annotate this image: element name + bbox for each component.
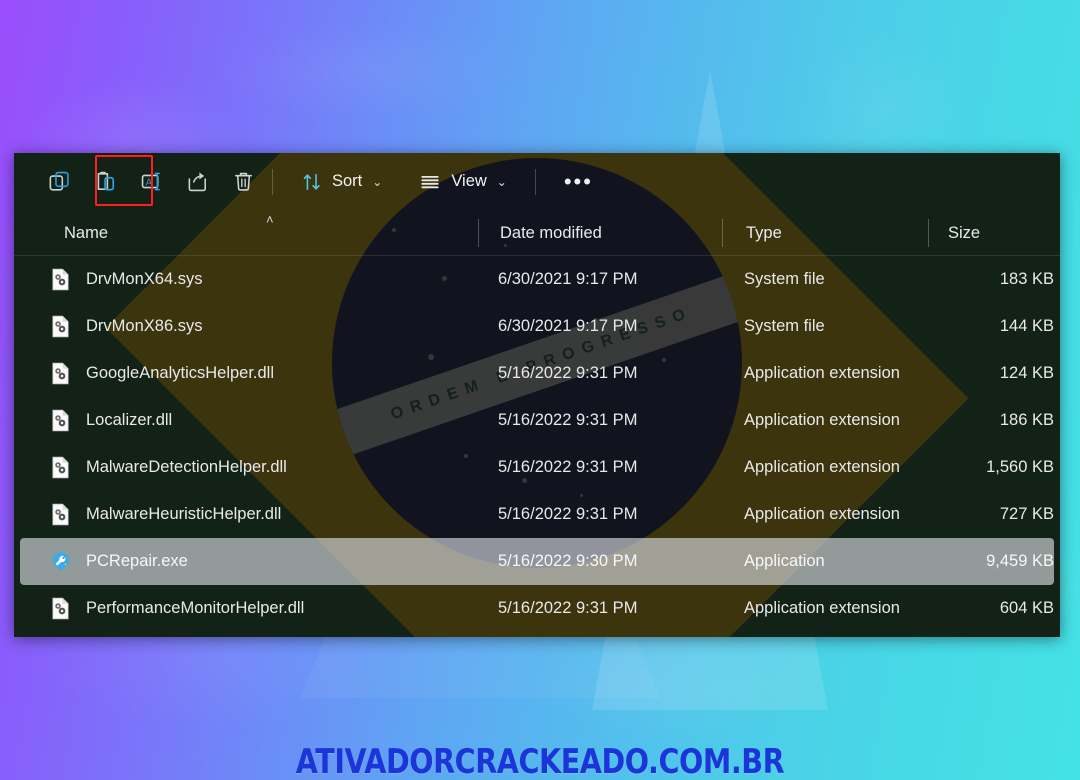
table-row[interactable]: PerformanceMonitorHelper.dll 5/16/2022 9:… [20, 585, 1054, 632]
pcrepair-app-icon [50, 550, 72, 574]
column-header-size-label: Size [948, 223, 981, 242]
file-size-cell: 9,459 KB [986, 552, 1054, 570]
file-name-label: Localizer.dll [86, 411, 173, 429]
svg-text:A: A [145, 177, 152, 188]
view-icon [418, 171, 442, 193]
file-name-cell: MalwareHeuristicHelper.dll [50, 503, 484, 527]
see-more-button[interactable]: ••• [554, 163, 603, 201]
file-name-label: GoogleAnalyticsHelper.dll [86, 364, 275, 382]
rename-button[interactable]: A [128, 163, 174, 201]
share-button[interactable] [174, 163, 220, 201]
file-size-cell: 604 KB [999, 599, 1054, 617]
view-label: View [451, 172, 487, 190]
sort-label: Sort [332, 172, 363, 190]
file-date-cell: 5/16/2022 9:31 PM [498, 364, 638, 382]
dll-file-icon [50, 597, 72, 621]
file-type-cell: Application extension [744, 599, 900, 617]
rename-icon: A [139, 169, 164, 194]
column-header-name-label: Name [64, 223, 109, 242]
dll-file-icon [50, 503, 72, 527]
share-icon [185, 169, 210, 194]
table-row[interactable]: DrvMonX64.sys 6/30/2021 9:17 PM System fil… [20, 256, 1054, 303]
column-header-row: Name ˄ Date modified Type Size [14, 210, 1060, 256]
file-type-cell: Application extension [744, 505, 900, 523]
paste-button[interactable] [82, 163, 128, 201]
file-name-cell: Localizer.dll [50, 409, 484, 433]
view-button[interactable]: View ⌄ [408, 163, 517, 201]
file-size-cell: 186 KB [999, 411, 1054, 429]
copy-button[interactable] [36, 163, 82, 201]
file-name-label: DrvMonX64.sys [86, 270, 203, 288]
file-type-cell: Application extension [744, 364, 900, 382]
toolbar-divider-1 [272, 168, 273, 195]
copy-icon [47, 169, 72, 194]
file-date-cell: 5/16/2022 9:31 PM [498, 505, 638, 523]
trash-icon [231, 169, 256, 194]
file-list[interactable]: DrvMonX64.sys 6/30/2021 9:17 PM System fil… [14, 256, 1060, 637]
dll-file-icon [50, 456, 72, 480]
column-divider [722, 219, 723, 247]
chevron-down-icon: ⌄ [372, 174, 383, 189]
sort-button[interactable]: Sort ⌄ [291, 163, 392, 201]
delete-button[interactable] [220, 163, 266, 201]
column-header-type[interactable]: Type [722, 210, 928, 256]
chevron-down-icon: ⌄ [496, 174, 507, 189]
command-toolbar: A Sort ⌄ View ⌄ ••• [14, 153, 1060, 210]
file-name-label: MalwareDetectionHelper.dll [86, 458, 287, 476]
table-row[interactable]: Localizer.dll 5/16/2022 9:31 PM Applicatio… [20, 397, 1054, 444]
file-name-label: DrvMonX86.sys [86, 317, 203, 335]
file-type-cell: System file [744, 317, 825, 335]
file-name-cell: PCRepair.exe [50, 550, 484, 574]
sort-ascending-icon: ˄ [266, 212, 274, 227]
dll-file-icon [50, 409, 72, 433]
toolbar-divider-2 [534, 168, 536, 195]
file-name-cell: MalwareDetectionHelper.dll [50, 456, 484, 480]
dll-file-icon [50, 362, 72, 386]
table-row[interactable]: MalwareHeuristicHelper.dll 5/16/2022 9:31… [20, 491, 1054, 538]
sort-icon [301, 171, 323, 193]
file-date-cell: 5/16/2022 9:30 PM [498, 552, 638, 570]
file-explorer-window: ORDEM E PROGRESSO A Sort ⌄ View ⌄ ••• Na… [14, 153, 1060, 637]
file-name-label: PerformanceMonitorHelper.dll [86, 599, 305, 617]
file-name-cell: DrvMonX64.sys [50, 268, 484, 292]
file-name-label: MalwareHeuristicHelper.dll [86, 505, 282, 523]
file-size-cell: 1,560 KB [986, 458, 1054, 476]
table-row[interactable]: DrvMonX86.sys 6/30/2021 9:17 PM System fil… [20, 303, 1054, 350]
table-row[interactable]: PCRepair.exe 5/16/2022 9:30 PM Application… [20, 538, 1054, 585]
site-watermark: ATIVADORCRACKEADO.COM.BR [295, 742, 785, 780]
file-date-cell: 5/16/2022 9:31 PM [498, 411, 638, 429]
file-size-cell: 124 KB [999, 364, 1054, 382]
file-name-cell: DrvMonX86.sys [50, 315, 484, 339]
table-row[interactable]: GoogleAnalyticsHelper.dll 5/16/2022 9:31 … [20, 350, 1054, 397]
system-file-icon [50, 268, 72, 292]
file-name-cell: GoogleAnalyticsHelper.dll [50, 362, 484, 386]
paste-icon [93, 169, 118, 194]
table-row[interactable]: MalwareDetectionHelper.dll 5/16/2022 9:31… [20, 444, 1054, 491]
file-date-cell: 5/16/2022 9:31 PM [498, 599, 638, 617]
file-name-cell: PerformanceMonitorHelper.dll [50, 597, 484, 621]
system-file-icon [50, 315, 72, 339]
column-header-size[interactable]: Size [928, 210, 1060, 256]
column-divider [478, 219, 479, 247]
file-type-cell: Application extension [744, 458, 900, 476]
ellipsis-icon: ••• [563, 168, 593, 194]
file-size-cell: 144 KB [999, 317, 1054, 335]
file-date-cell: 5/16/2022 9:31 PM [498, 458, 638, 476]
column-header-type-label: Type [746, 223, 782, 242]
column-header-date-modified[interactable]: Date modified [478, 210, 722, 256]
file-date-cell: 6/30/2021 9:17 PM [498, 317, 638, 335]
file-type-cell: Application extension [744, 411, 900, 429]
file-name-label: PCRepair.exe [86, 552, 188, 570]
file-type-cell: System file [744, 270, 825, 288]
file-type-cell: Application [744, 552, 825, 570]
column-divider [928, 219, 929, 247]
column-header-name[interactable]: Name ˄ [14, 210, 478, 256]
file-size-cell: 183 KB [999, 270, 1054, 288]
file-date-cell: 6/30/2021 9:17 PM [498, 270, 638, 288]
column-header-date-label: Date modified [500, 223, 602, 242]
file-size-cell: 727 KB [999, 505, 1054, 523]
